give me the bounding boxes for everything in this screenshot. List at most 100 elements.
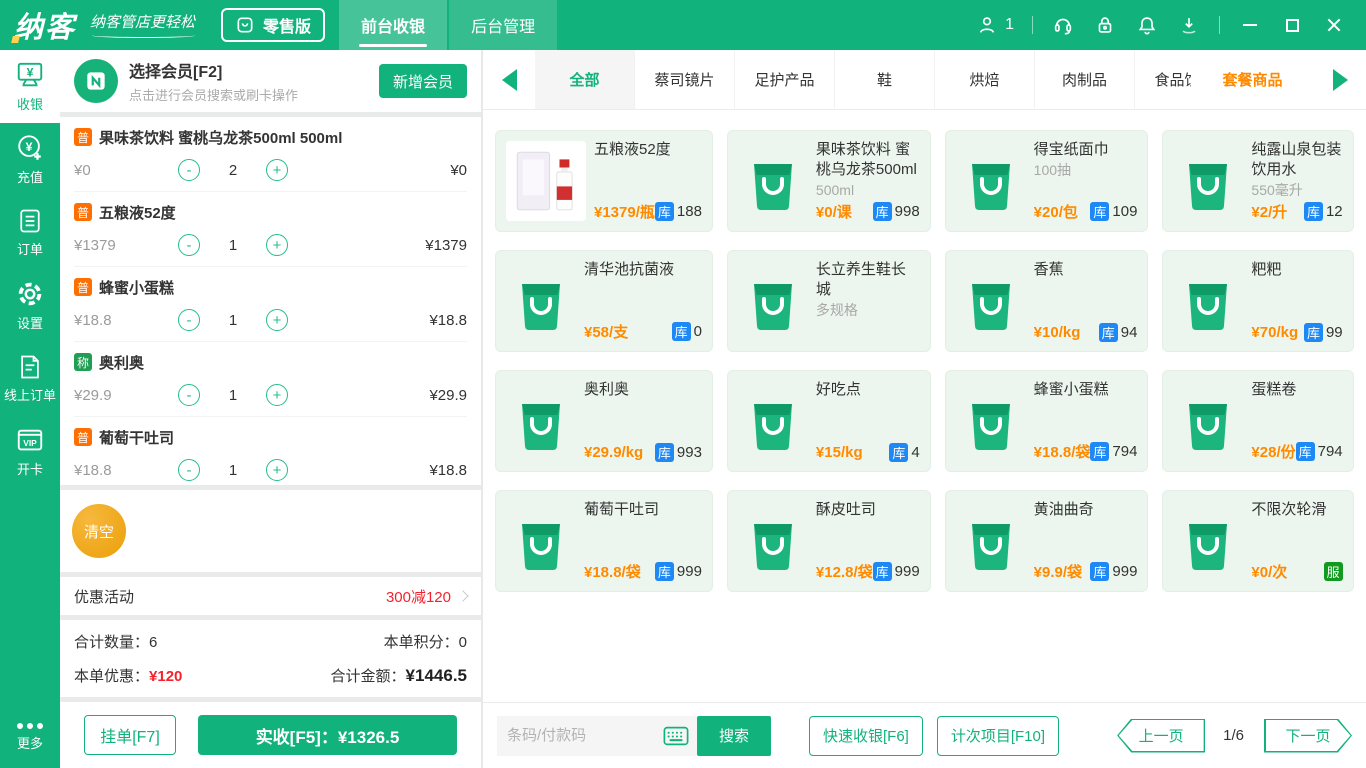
cashier-monitor-icon: ¥ [15, 60, 45, 90]
product-photo [506, 141, 586, 221]
product-card[interactable]: 粑粑 ¥70/kg 库 99 [1162, 250, 1354, 352]
product-card[interactable]: 黄油曲奇 ¥9.9/袋库 999 [944, 490, 1149, 592]
sidebar-item-orders[interactable]: 订单 [0, 196, 60, 269]
product-card[interactable]: 香蕉 ¥10/kg 库 94 [944, 250, 1149, 352]
product-card[interactable]: 葡萄干吐司 ¥18.8/袋库 999 [495, 490, 713, 592]
minus-button[interactable]: - [178, 384, 200, 406]
category-tab[interactable]: 烘焙 [935, 50, 1035, 109]
page-indicator: 1/6 [1223, 727, 1244, 744]
plus-button[interactable]: + [266, 309, 288, 331]
product-card[interactable]: 长立养生鞋长城 多规格 [726, 250, 931, 352]
quick-cashier-button[interactable]: 快速收银[F6] [809, 715, 923, 756]
search-button[interactable]: 搜索 [697, 715, 771, 756]
bag-icon [235, 15, 255, 35]
category-tab[interactable]: 食品饮料 [1135, 50, 1191, 109]
scroll-left-button[interactable] [483, 50, 535, 109]
stock-count: 794 [1112, 443, 1138, 460]
sidebar-item-cashier[interactable]: ¥ 收银 [0, 50, 60, 123]
product-card[interactable]: 果味茶饮料 蜜桃乌龙茶500ml 500ml ¥0/课 库 998 [726, 130, 931, 232]
cart-item-qty: 2 [228, 161, 238, 179]
tab-back-manage[interactable]: 后台管理 [449, 0, 558, 50]
stock-badge: 库 [1090, 442, 1110, 461]
category-tab[interactable]: 蔡司镜片 [635, 50, 735, 109]
product-card[interactable]: 酥皮吐司 ¥12.8/袋库 999 [726, 490, 931, 592]
product-card[interactable]: 得宝纸面巾 100抽 ¥20/包库 109 [944, 130, 1149, 232]
stock-count: 998 [894, 203, 920, 220]
product-card[interactable]: 不限次轮滑 ¥0/次 服 [1162, 490, 1354, 592]
category-tab-all[interactable]: 全部 [535, 50, 635, 109]
sidebar-item-vip-card[interactable]: VIP 开卡 [0, 415, 60, 488]
minimize-button[interactable] [1238, 13, 1262, 37]
user-count: 1 [1005, 16, 1014, 33]
edition-badge[interactable]: 零售版 [221, 8, 326, 42]
product-card[interactable]: 蛋糕卷 ¥28/份库 794 [1162, 370, 1354, 472]
keyboard-icon[interactable] [663, 725, 689, 747]
product-price: ¥15/kg [815, 444, 863, 461]
sidebar-item-recharge[interactable]: ¥ 充值 [0, 123, 60, 196]
cart-item-qty: 1 [228, 461, 238, 479]
scroll-right-button[interactable] [1314, 50, 1366, 109]
hold-order-button[interactable]: 挂单[F7] [84, 715, 176, 755]
user-icon[interactable] [975, 13, 999, 37]
products-panel: 全部 蔡司镜片 足护产品 鞋 烘焙 肉制品 食品饮料 套餐商品 五粮液52度 ¥… [483, 50, 1366, 768]
cart-item-price: ¥18.8 [74, 461, 112, 479]
pay-button[interactable]: 实收[F5]：¥1326.5 [198, 715, 457, 755]
count-item-button[interactable]: 计次项目[F10] [936, 715, 1060, 756]
stock-badge: 库 [1295, 442, 1315, 461]
category-tab[interactable]: 肉制品 [1035, 50, 1135, 109]
bag-icon [738, 269, 808, 333]
product-card[interactable]: 奥利奥 ¥29.9/kg 库 993 [495, 370, 713, 472]
headset-icon[interactable] [1051, 13, 1075, 37]
next-page-button[interactable]: 下一页 [1264, 718, 1352, 753]
minus-button[interactable]: - [178, 159, 200, 181]
promo-row[interactable]: 优惠活动 300减120 [60, 577, 481, 615]
bell-icon[interactable] [1135, 13, 1159, 37]
product-name: 果味茶饮料 蜜桃乌龙茶500ml [815, 141, 917, 178]
clear-cart-button[interactable]: 清空 [72, 504, 126, 558]
maximize-button[interactable] [1280, 13, 1304, 37]
product-card[interactable]: 好吃点 ¥15/kg 库 4 [726, 370, 931, 472]
bag-icon [506, 389, 576, 453]
product-name: 蜂蜜小蛋糕 [1033, 381, 1109, 398]
products-footer: 搜索 快速收银[F6] 计次项目[F10] 上一页 1/6 下一页 [483, 702, 1366, 768]
download-icon[interactable] [1177, 13, 1201, 37]
sidebar-item-more[interactable]: 更多 [0, 706, 60, 768]
bag-icon [738, 149, 808, 213]
product-card[interactable]: 五粮液52度 ¥1379/瓶库 188 [495, 130, 713, 232]
stock-count: 794 [1317, 443, 1343, 460]
product-card[interactable]: 蜂蜜小蛋糕 ¥18.8/袋库 794 [944, 370, 1149, 472]
lock-icon[interactable] [1093, 13, 1117, 37]
sidebar-item-settings[interactable]: 设置 [0, 269, 60, 342]
plus-button[interactable]: + [266, 234, 288, 256]
prev-page-button[interactable]: 上一页 [1117, 718, 1206, 753]
cart-item-total: ¥18.8 [429, 311, 467, 329]
category-tab[interactable]: 足护产品 [735, 50, 835, 109]
minus-button[interactable]: - [178, 234, 200, 256]
product-name: 酥皮吐司 [815, 501, 876, 518]
cart-item-total: ¥1379 [425, 236, 467, 254]
stock-count: 94 [1120, 324, 1138, 341]
product-card[interactable]: 清华池抗菌液 ¥58/支 库 0 [495, 250, 713, 352]
bag-icon [738, 389, 808, 453]
product-price: ¥0/次 [1251, 564, 1288, 581]
member-select-area[interactable]: 选择会员[F2] 点击进行会员搜索或刷卡操作 新增会员 [60, 50, 481, 112]
cart-item-price: ¥29.9 [74, 386, 112, 404]
category-tab-package[interactable]: 套餐商品 [1191, 50, 1314, 109]
cart-item-price: ¥18.8 [74, 311, 112, 329]
product-spec: 500ml [815, 182, 855, 198]
pagination: 上一页 1/6 下一页 [1117, 718, 1352, 753]
sidebar-item-online-orders[interactable]: 线上订单 [0, 342, 60, 415]
svg-text:¥: ¥ [26, 140, 33, 154]
product-card[interactable]: 纯露山泉包装饮用水 550毫升 ¥2/升库 12 [1162, 130, 1354, 232]
app-logo: 纳客 [14, 4, 76, 46]
minus-button[interactable]: - [178, 459, 200, 481]
tab-front-cashier[interactable]: 前台收银 [339, 0, 448, 50]
add-member-button[interactable]: 新增会员 [378, 64, 467, 98]
plus-button[interactable]: + [266, 159, 288, 181]
minus-button[interactable]: - [178, 309, 200, 331]
plus-button[interactable]: + [266, 384, 288, 406]
plus-button[interactable]: + [266, 459, 288, 481]
product-name: 得宝纸面巾 [1033, 141, 1109, 158]
category-tab[interactable]: 鞋 [835, 50, 935, 109]
close-button[interactable] [1322, 13, 1346, 37]
